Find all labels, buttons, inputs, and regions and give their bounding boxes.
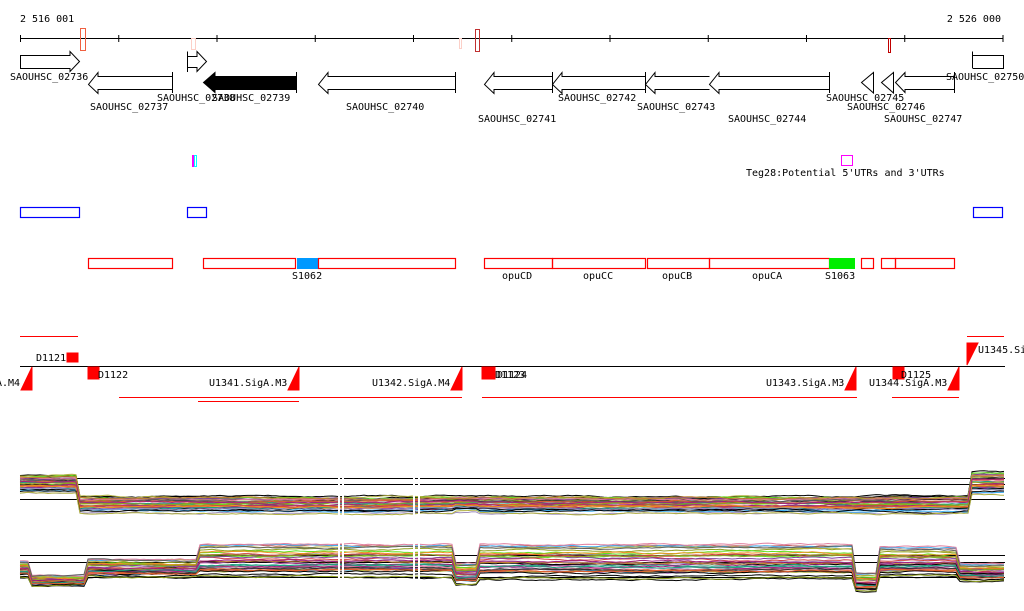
gene-label[interactable]: SAOUHSC_02747 <box>884 114 962 125</box>
promoter-label[interactable]: D1122 <box>98 370 128 381</box>
gene-arrow-02740[interactable] <box>317 71 456 95</box>
expression-track-minus <box>19 540 1005 595</box>
operon-label: opuCB <box>662 271 692 282</box>
blue-feature-track <box>19 206 1004 219</box>
ruler-start-label: 2 516 001 <box>20 14 74 25</box>
promoter-label[interactable]: D1124 <box>497 370 527 381</box>
gene-label[interactable]: SAOUHSC_02736 <box>10 72 88 83</box>
expression-track-plus <box>19 470 1005 520</box>
promoter-marker[interactable] <box>947 366 960 391</box>
terminator-marker[interactable] <box>481 366 496 380</box>
gene-arrow-02743[interactable] <box>644 71 710 95</box>
operon-box[interactable] <box>894 257 956 270</box>
gene-arrow-02739[interactable] <box>202 71 297 94</box>
srna-S1063[interactable] <box>829 258 855 269</box>
operon-label: opuCA <box>752 271 782 282</box>
operon-box-opuCC[interactable] <box>551 257 647 270</box>
terminator-marker[interactable] <box>66 352 79 363</box>
operon-label: S1062 <box>292 271 322 282</box>
promoter-label[interactable]: U1345.Si <box>978 345 1024 356</box>
feature-box[interactable] <box>186 206 208 219</box>
operon-box-opuCB[interactable] <box>646 257 711 270</box>
operon-box-opuCD[interactable] <box>483 257 554 270</box>
gene-arrow-02738[interactable] <box>187 50 208 73</box>
utr-track-label: Teg28:Potential 5'UTRs and 3'UTRs <box>746 168 945 179</box>
gene-label[interactable]: SAOUHSC_02742 <box>558 93 636 104</box>
promoter-track: D1121 D1122 A.M4 U1341.SigA.M3 U1342.Sig… <box>0 336 1024 402</box>
gene-arrow-02741[interactable] <box>483 71 553 95</box>
gene-label[interactable]: SAOUHSC_02746 <box>847 102 925 113</box>
operon-box-opuCA[interactable] <box>708 257 831 270</box>
promoter-marker[interactable] <box>287 366 300 391</box>
snp-marker[interactable] <box>191 38 196 50</box>
operon-label: opuCC <box>583 271 613 282</box>
utr-track: Teg28:Potential 5'UTRs and 3'UTRs <box>192 155 945 179</box>
gene-label[interactable]: SAOUHSC_02744 <box>728 114 806 125</box>
promoter-marker[interactable] <box>450 366 463 391</box>
operon-box[interactable] <box>87 257 174 270</box>
snp-marker[interactable] <box>459 38 462 49</box>
gene-arrow-02737[interactable] <box>87 71 173 95</box>
snp-marker[interactable] <box>475 29 480 52</box>
snp-marker[interactable] <box>80 28 86 51</box>
feature-box[interactable] <box>19 206 81 219</box>
promoter-label[interactable]: U1343.SigA.M3 <box>766 378 844 389</box>
gene-arrow-02736[interactable] <box>20 50 81 73</box>
gene-arrow-02746[interactable] <box>880 71 894 95</box>
promoter-label[interactable]: D1125 <box>901 370 931 381</box>
promoter-label[interactable]: U1342.SigA.M4 <box>372 378 450 389</box>
operon-box[interactable] <box>202 257 297 270</box>
expression-profile-line <box>19 472 1005 500</box>
feature-box[interactable] <box>972 206 1004 219</box>
utr-feature[interactable] <box>194 155 197 167</box>
promoter-label[interactable]: A.M4 <box>0 378 20 389</box>
gene-label[interactable]: SAOUHSC_02740 <box>346 102 424 113</box>
operon-label: S1063 <box>825 271 855 282</box>
operon-box[interactable] <box>880 257 897 270</box>
expression-profile-line <box>19 473 1005 500</box>
ruler-end-label: 2 526 000 <box>947 14 1001 25</box>
gene-label[interactable]: SAOUHSC_02750 <box>946 72 1024 83</box>
utr-feature[interactable] <box>841 155 853 166</box>
srna-S1062[interactable] <box>297 258 318 269</box>
promoter-label[interactable]: D1121 <box>36 353 66 364</box>
gene-arrow-02745[interactable] <box>860 71 874 95</box>
promoter-marker[interactable] <box>20 366 33 391</box>
gene-track <box>20 50 1004 95</box>
expression-profile-line <box>19 472 1005 500</box>
promoter-marker[interactable] <box>966 342 979 366</box>
coordinate-ruler: 2 516 001 2 526 000 <box>20 14 1004 53</box>
operon-box[interactable] <box>860 257 875 270</box>
operon-label: opuCD <box>502 271 532 282</box>
utr-feature[interactable] <box>192 155 194 167</box>
promoter-marker[interactable] <box>844 366 857 391</box>
gene-arrow-02744[interactable] <box>708 71 830 95</box>
gene-label[interactable]: SAOUHSC_02743 <box>637 102 715 113</box>
genome-browser: 2 516 001 2 526 000 SAOUHSC_02736 SAOUHS… <box>0 14 1024 595</box>
operon-labels: S1062 opuCD opuCC opuCB opuCA S1063 <box>292 271 855 282</box>
operon-box[interactable] <box>317 257 457 270</box>
operon-track <box>87 257 956 270</box>
gene-label[interactable]: SAOUHSC_02739 <box>212 93 290 104</box>
snp-marker[interactable] <box>888 38 891 53</box>
gene-label[interactable]: SAOUHSC_02741 <box>478 114 556 125</box>
gene-arrow-02750[interactable] <box>972 51 1004 69</box>
gene-arrow-02742[interactable] <box>551 71 646 95</box>
promoter-label[interactable]: U1341.SigA.M3 <box>209 378 287 389</box>
